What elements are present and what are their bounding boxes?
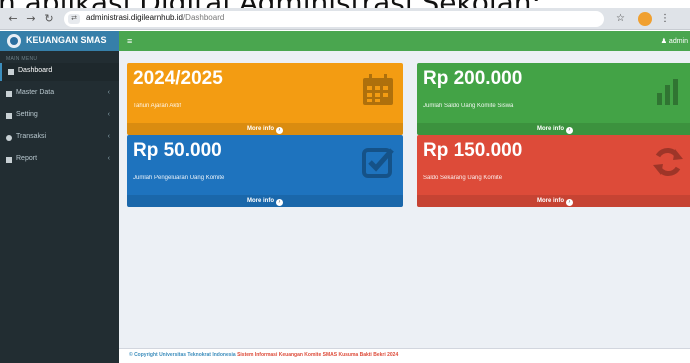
stat-description: Tahun Ajaran Aktif xyxy=(133,103,182,109)
hamburger-menu-icon[interactable]: ≡ xyxy=(127,36,132,46)
star-icon[interactable]: ☆ xyxy=(616,11,625,27)
stat-box-student-balance: Rp 200.000 Jumlah Saldo Uang Komite Sisw… xyxy=(417,63,690,135)
chevron-left-icon: ‹ xyxy=(107,133,110,140)
transaction-icon xyxy=(6,135,12,141)
menu-dots-icon[interactable]: ⋮ xyxy=(660,11,670,27)
sidebar: KEUANGAN SMAS MAIN MENU Dashboard Master… xyxy=(0,31,119,363)
checkbox-icon xyxy=(362,148,394,178)
stat-description: Saldo Sekarang Uang Komite xyxy=(423,175,503,181)
stat-value: 2024/2025 xyxy=(133,68,223,89)
sidebar-item-report[interactable]: Report ‹ xyxy=(0,151,119,169)
folder-icon xyxy=(6,91,12,97)
chevron-left-icon: ‹ xyxy=(107,155,110,162)
site-info-icon[interactable]: ⇄ xyxy=(68,14,80,24)
school-badge-icon xyxy=(7,34,21,48)
arrow-circle-right-icon: › xyxy=(566,199,573,206)
more-info-link[interactable]: More info › xyxy=(417,195,690,207)
chevron-left-icon: ‹ xyxy=(107,111,110,118)
sidebar-item-master-data[interactable]: Master Data ‹ xyxy=(0,85,119,103)
sidebar-item-label: Dashboard xyxy=(18,67,53,74)
calendar-icon xyxy=(363,74,393,105)
sidebar-item-dashboard[interactable]: Dashboard xyxy=(0,63,119,81)
top-navbar: ≡ ♟ admin xyxy=(119,31,690,51)
arrow-circle-right-icon: › xyxy=(276,127,283,134)
more-info-link[interactable]: More info › xyxy=(127,195,403,207)
url-text[interactable]: administrasi.digilearnhub.id/Dashboard xyxy=(86,13,224,22)
chevron-left-icon: ‹ xyxy=(107,89,110,96)
more-info-link[interactable]: More info › xyxy=(417,123,690,135)
system-name-link[interactable]: Sistem Informasi Keuangan Komite SMAS Ku… xyxy=(237,352,398,358)
refresh-icon xyxy=(653,148,683,176)
arrow-circle-right-icon: › xyxy=(566,127,573,134)
browser-toolbar: ← → ↻ ⇄ administrasi.digilearnhub.id/Das… xyxy=(0,8,690,30)
menu-header: MAIN MENU xyxy=(6,56,38,62)
page-footer: © Copyright Universitas Teknokrat Indone… xyxy=(119,348,690,363)
stat-box-school-year: 2024/2025 Tahun Ajaran Aktif More info › xyxy=(127,63,403,135)
copyright-text: © Copyright Universitas Teknokrat Indone… xyxy=(129,352,236,358)
more-info-link[interactable]: More info › xyxy=(127,123,403,135)
sidebar-item-label: Transaksi xyxy=(16,133,47,140)
arrow-circle-right-icon: › xyxy=(276,199,283,206)
app-logo[interactable]: KEUANGAN SMAS xyxy=(0,31,119,51)
app-title: KEUANGAN SMAS xyxy=(26,35,107,45)
address-bar[interactable]: ⇄ administrasi.digilearnhub.id/Dashboard xyxy=(64,11,604,27)
report-icon xyxy=(6,157,12,163)
stat-value: Rp 200.000 xyxy=(423,68,523,89)
profile-avatar[interactable] xyxy=(638,12,652,26)
sidebar-item-label: Report xyxy=(16,155,38,162)
gear-icon xyxy=(6,113,12,119)
sidebar-item-label: Master Data xyxy=(16,89,55,96)
sidebar-item-setting[interactable]: Setting ‹ xyxy=(0,107,119,125)
stat-value: Rp 50.000 xyxy=(133,140,222,161)
stat-description: Jumlah Pengeluaran Uang Komite xyxy=(133,175,225,181)
main-content: 2024/2025 Tahun Ajaran Aktif More info › … xyxy=(119,51,690,348)
sidebar-item-label: Setting xyxy=(16,111,38,118)
forward-icon[interactable]: → xyxy=(24,12,38,26)
stat-box-current-balance: Rp 150.000 Saldo Sekarang Uang Komite Mo… xyxy=(417,135,690,207)
dashboard-icon xyxy=(8,69,14,75)
reload-icon[interactable]: ↻ xyxy=(42,12,56,26)
stat-description: Jumlah Saldo Uang Komite Siswa xyxy=(423,103,514,109)
back-icon[interactable]: ← xyxy=(6,12,20,26)
stat-value: Rp 150.000 xyxy=(423,140,523,161)
stat-box-expenses: Rp 50.000 Jumlah Pengeluaran Uang Komite… xyxy=(127,135,403,207)
sidebar-item-transaksi[interactable]: Transaksi ‹ xyxy=(0,129,119,147)
user-icon: ♟ xyxy=(660,38,669,45)
bar-chart-icon xyxy=(657,79,678,105)
user-menu[interactable]: ♟ admin xyxy=(661,37,688,45)
